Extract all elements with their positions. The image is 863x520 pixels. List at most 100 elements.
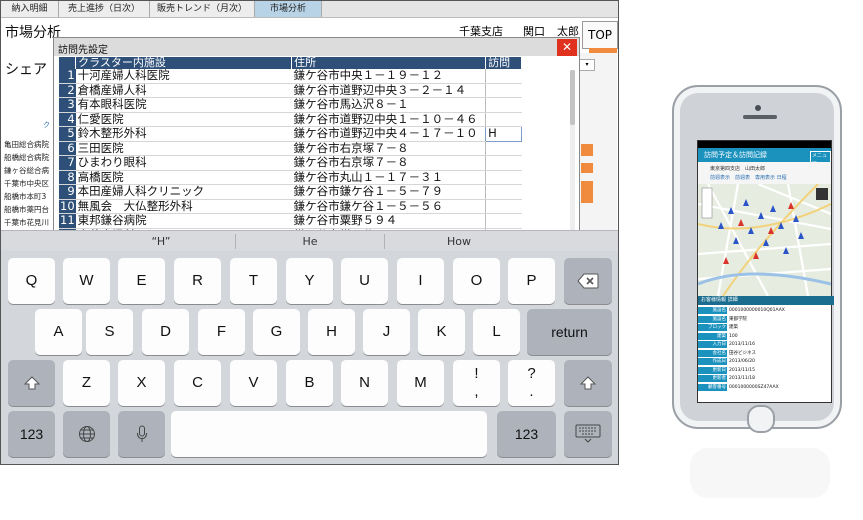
key-exclamation-comma[interactable]: ! , <box>453 360 500 406</box>
row-number: 10 <box>59 199 76 214</box>
key-secondary: , <box>474 383 479 400</box>
background-hospital: 鎌ヶ谷総合病 <box>4 166 49 175</box>
space-key[interactable] <box>171 411 487 457</box>
table-row[interactable]: 4 仁愛医院 鎌ケ谷市道野辺中央１－１０－４６ <box>59 112 522 127</box>
dropdown-icon[interactable]: ▾ <box>579 59 595 71</box>
tab-sales-progress[interactable]: 売上進捗（日次） <box>59 1 150 17</box>
visit-input-cell[interactable] <box>485 141 522 156</box>
key-r[interactable]: R <box>174 258 221 304</box>
visit-input-cell[interactable] <box>485 184 522 200</box>
table-row[interactable]: 9 本田産婦人科クリニック 鎌ケ谷市鎌ケ谷１－５－７９ <box>59 184 522 200</box>
suggestion-item[interactable]: He <box>236 231 384 252</box>
table-row[interactable]: 10 無風会 大仏整形外科 鎌ケ谷市鎌ケ谷１－５－５６ <box>59 199 522 214</box>
table-row[interactable]: 1 十河産婦人科医院 鎌ケ谷市中央１－１９－１２ <box>59 69 522 84</box>
key-question-period[interactable]: ? . <box>508 360 555 406</box>
visit-input-cell[interactable] <box>485 97 522 113</box>
visit-input-cell[interactable] <box>485 213 522 229</box>
address-cell: 鎌ケ谷市右京塚７－８ <box>291 141 486 156</box>
key-n[interactable]: N <box>341 360 388 406</box>
key-s[interactable]: S <box>86 309 133 355</box>
suggestion-item[interactable]: “H” <box>87 231 235 252</box>
backspace-key[interactable] <box>564 258 612 304</box>
row-number: 2 <box>59 83 76 98</box>
background-hospital: 千葉市花見川 <box>4 218 49 227</box>
visit-input-cell[interactable] <box>485 83 522 98</box>
key-t[interactable]: T <box>230 258 277 304</box>
visit-input-cell[interactable] <box>485 170 522 185</box>
phone-map[interactable] <box>698 184 831 296</box>
background-hospital: 船橋市本町3 <box>4 192 47 201</box>
close-button[interactable]: ✕ <box>557 39 577 56</box>
address-cell: 鎌ケ谷市中央１－１９－１２ <box>291 69 486 84</box>
key-a[interactable]: A <box>35 309 82 355</box>
phone-info-label: ブロック <box>698 324 727 331</box>
key-l[interactable]: L <box>473 309 520 355</box>
tab-sales-trend[interactable]: 販売トレンド（月次） <box>150 1 255 17</box>
key-e[interactable]: E <box>118 258 165 304</box>
shift-key-right[interactable] <box>564 360 612 406</box>
key-i[interactable]: I <box>397 258 444 304</box>
table-row[interactable]: 6 三田医院 鎌ケ谷市右京塚７－８ <box>59 141 522 156</box>
address-cell: 鎌ケ谷市粟野５９４ <box>291 213 486 229</box>
key-g[interactable]: G <box>253 309 300 355</box>
key-y[interactable]: Y <box>286 258 333 304</box>
hide-keyboard-key[interactable] <box>564 411 612 457</box>
table-row[interactable]: 3 有本眼科医院 鎌ケ谷市馬込沢８－１ <box>59 97 522 113</box>
tab-market-analysis[interactable]: 市場分析 <box>255 1 322 17</box>
return-key[interactable]: return <box>527 309 612 355</box>
key-m[interactable]: M <box>397 360 444 406</box>
home-button[interactable] <box>747 405 775 433</box>
tab-delivery-details[interactable]: 納入明細 <box>1 1 59 17</box>
phone-info-label: 入力日 <box>698 341 727 348</box>
visit-input-cell[interactable]: H <box>485 126 523 142</box>
top-button[interactable]: TOP <box>582 21 618 49</box>
key-primary: ? <box>527 365 536 382</box>
key-v[interactable]: V <box>230 360 277 406</box>
camera-icon <box>755 105 761 111</box>
table-row[interactable]: 8 高橋医院 鎌ケ谷市丸山１－１７－３１ <box>59 170 522 185</box>
key-q[interactable]: Q <box>8 258 55 304</box>
key-h[interactable]: H <box>308 309 355 355</box>
column-header-number <box>59 57 77 69</box>
table-row[interactable]: 7 ひまわり眼科 鎌ケ谷市右京塚７－８ <box>59 155 522 171</box>
background-bar <box>581 144 593 156</box>
key-b[interactable]: B <box>286 360 333 406</box>
phone-info-row: 建築 100 <box>698 332 831 341</box>
suggestion-item[interactable]: How <box>385 231 533 252</box>
visit-input-cell[interactable] <box>485 199 522 214</box>
numbers-key-left[interactable]: 123 <box>8 411 55 457</box>
dictation-key[interactable] <box>118 411 165 457</box>
key-c[interactable]: C <box>174 360 221 406</box>
phone-info-label: 更新日 <box>698 366 727 374</box>
phone-sub-links[interactable]: 前週表示 前週表 専用表示 日程 <box>710 174 787 181</box>
visit-input-cell[interactable] <box>485 112 522 127</box>
key-k[interactable]: K <box>418 309 465 355</box>
row-number: 6 <box>59 141 76 156</box>
key-o[interactable]: O <box>453 258 500 304</box>
numbers-key-right[interactable]: 123 <box>497 411 556 457</box>
table-row[interactable]: 2 倉橋産婦人科 鎌ケ谷市道野辺中央３－２－１４ <box>59 83 522 98</box>
address-cell: 鎌ケ谷市右京塚７－８ <box>291 155 486 171</box>
backspace-icon <box>577 273 599 289</box>
visit-input-cell[interactable] <box>485 69 522 84</box>
key-x[interactable]: X <box>118 360 165 406</box>
key-j[interactable]: J <box>363 309 410 355</box>
table-row[interactable]: 11 東邦鎌谷病院 鎌ケ谷市粟野５９４ <box>59 213 522 229</box>
key-f[interactable]: F <box>198 309 245 355</box>
key-d[interactable]: D <box>142 309 189 355</box>
phone-info-label: 顧客番号 <box>698 383 727 391</box>
phone-app-header: 訪問予定＆訪問記録 メニュー <box>698 148 831 167</box>
globe-key[interactable] <box>63 411 110 457</box>
scrollbar-thumb[interactable] <box>570 70 575 125</box>
shift-key-left[interactable] <box>8 360 55 406</box>
phone-info-label: 施設名 <box>698 307 727 314</box>
table-row[interactable]: 5 鈴木整形外科 鎌ケ谷市道野辺中央４－１７－１０ H <box>59 126 523 142</box>
key-w[interactable]: W <box>63 258 110 304</box>
key-p[interactable]: P <box>508 258 555 304</box>
key-z[interactable]: Z <box>63 360 110 406</box>
background-bar <box>581 163 593 173</box>
visit-input-cell[interactable] <box>485 155 522 171</box>
key-u[interactable]: U <box>341 258 388 304</box>
microphone-icon <box>136 425 147 443</box>
globe-icon <box>78 426 95 443</box>
